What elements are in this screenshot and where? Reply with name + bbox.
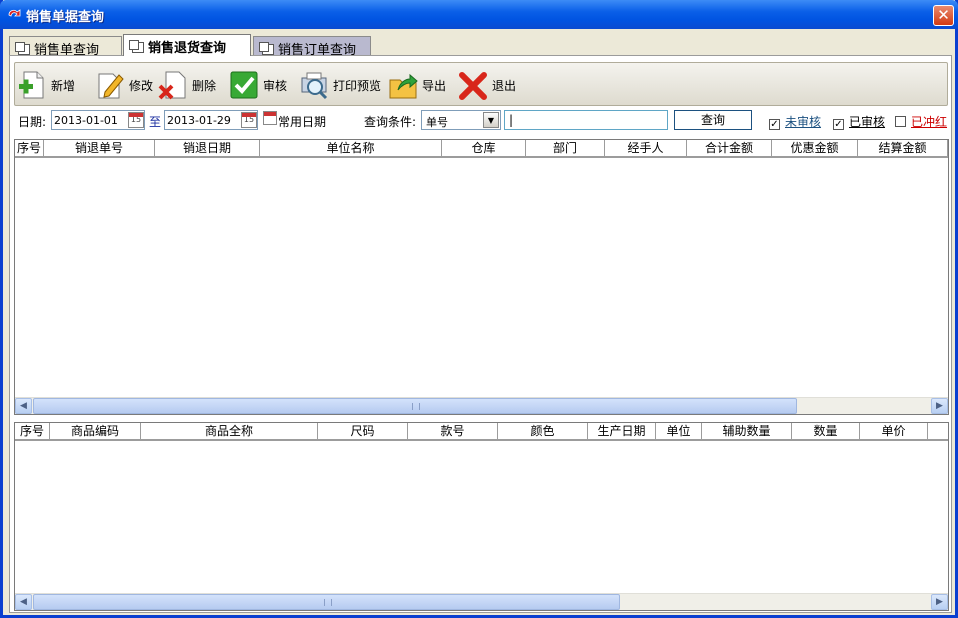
delete-icon [158,71,186,100]
column-header[interactable]: 尺码 [318,423,408,440]
column-header[interactable]: 优惠金额 [772,140,858,157]
column-header[interactable]: 款号 [408,423,498,440]
common-dates-icon[interactable] [263,111,277,125]
return-detail-header: 序号 商品编码 商品全称 尺码 款号 颜色 生产日期 单位 辅助数量 数量 单价 [15,423,948,441]
column-header[interactable]: 部门 [526,140,605,157]
column-header[interactable]: 颜色 [498,423,588,440]
audited-checkbox[interactable]: ✓ 已审核 [833,113,885,130]
print-preview-button[interactable]: 打印预览 [299,67,381,103]
column-header[interactable]: 单价 [860,423,928,440]
add-button[interactable]: 新增 [17,67,75,103]
tab-panel: 新增 修改 删除 审核 打印预览 导出 退出 日期: 2013-01-01 15… [9,55,952,613]
query-condition-select[interactable]: 单号 ▼ [421,110,501,130]
column-header[interactable]: 销退日期 [155,140,260,157]
document-icon [129,40,144,53]
reversed-checkbox[interactable]: 已冲红 [895,113,947,130]
scrollbar-thumb[interactable] [33,398,797,414]
calendar-icon[interactable]: 15 [241,112,257,128]
scroll-right-icon[interactable]: ▶ [931,594,948,610]
export-icon [389,73,418,99]
column-header[interactable]: 序号 [15,140,44,157]
app-icon [8,9,21,17]
checkmark-icon [230,71,258,99]
scrollbar-thumb[interactable] [33,594,620,610]
scroll-left-icon[interactable]: ◀ [15,398,32,414]
return-list-header: 序号 销退单号 销退日期 单位名称 仓库 部门 经手人 合计金额 优惠金额 结算… [15,140,948,158]
column-header[interactable]: 销退单号 [44,140,155,157]
tab-sales-order-query[interactable]: 销售单查询 [9,36,122,58]
horizontal-scrollbar[interactable]: ◀ ▶ [15,397,948,414]
window-title: 销售单据查询 [26,10,105,25]
column-header[interactable]: 结算金额 [858,140,948,157]
checkbox-check-icon: ✓ [769,119,780,130]
tab-sales-order-book-query[interactable]: 销售订单查询 [253,36,371,58]
edit-button[interactable]: 修改 [95,67,153,103]
horizontal-scrollbar[interactable]: ◀ ▶ [15,593,948,610]
query-button[interactable]: 查询 [674,110,752,130]
column-header[interactable]: 辅助数量 [702,423,792,440]
exit-icon [459,72,487,100]
column-header[interactable]: 单位名称 [260,140,442,157]
column-header[interactable]: 数量 [792,423,860,440]
toolbar: 新增 修改 删除 审核 打印预览 导出 退出 [14,62,948,106]
column-header[interactable]: 仓库 [442,140,526,157]
unaudited-checkbox[interactable]: ✓ 未审核 [769,113,821,130]
column-header[interactable]: 序号 [15,423,50,440]
checkbox-check-icon: ✓ [833,119,844,130]
calendar-icon[interactable]: 15 [128,112,144,128]
close-button[interactable]: ✕ [933,5,954,26]
common-dates-link[interactable]: 常用日期 [278,113,326,130]
column-header[interactable]: 商品编码 [50,423,141,440]
return-list-table: 序号 销退单号 销退日期 单位名称 仓库 部门 经手人 合计金额 优惠金额 结算… [14,139,949,415]
return-detail-table: 序号 商品编码 商品全称 尺码 款号 颜色 生产日期 单位 辅助数量 数量 单价… [14,422,949,611]
column-header[interactable]: 生产日期 [588,423,656,440]
filter-bar: 日期: 2013-01-01 15 至 2013-01-29 15 常用日期 查… [10,108,951,132]
edit-icon [98,73,124,99]
query-text-input[interactable]: | [504,110,668,130]
delete-button[interactable]: 删除 [158,67,216,103]
close-icon: ✕ [937,6,950,24]
column-header[interactable]: 商品全称 [141,423,318,440]
export-button[interactable]: 导出 [388,67,446,103]
exit-button[interactable]: 退出 [458,67,516,103]
audit-button[interactable]: 审核 [229,67,287,103]
query-condition-label: 查询条件: [364,115,417,129]
column-header[interactable]: 经手人 [605,140,687,157]
document-icon [259,42,274,55]
print-preview-icon [301,72,328,100]
to-label: 至 [149,115,162,129]
sales-document-query-window: 销售单据查询 ✕ 销售单查询 销售退货查询 销售订单查询 新增 修改 删除 审核… [0,0,958,618]
date-label: 日期: [18,115,47,129]
scroll-left-icon[interactable]: ◀ [15,594,32,610]
column-header[interactable]: 合计金额 [687,140,772,157]
add-icon [19,71,44,99]
tab-sales-return-query[interactable]: 销售退货查询 [123,34,251,56]
column-header[interactable]: 单位 [656,423,702,440]
title-bar[interactable]: 销售单据查询 ✕ [0,0,958,29]
document-icon [15,42,30,55]
chevron-down-icon[interactable]: ▼ [483,112,499,128]
scroll-right-icon[interactable]: ▶ [931,398,948,414]
